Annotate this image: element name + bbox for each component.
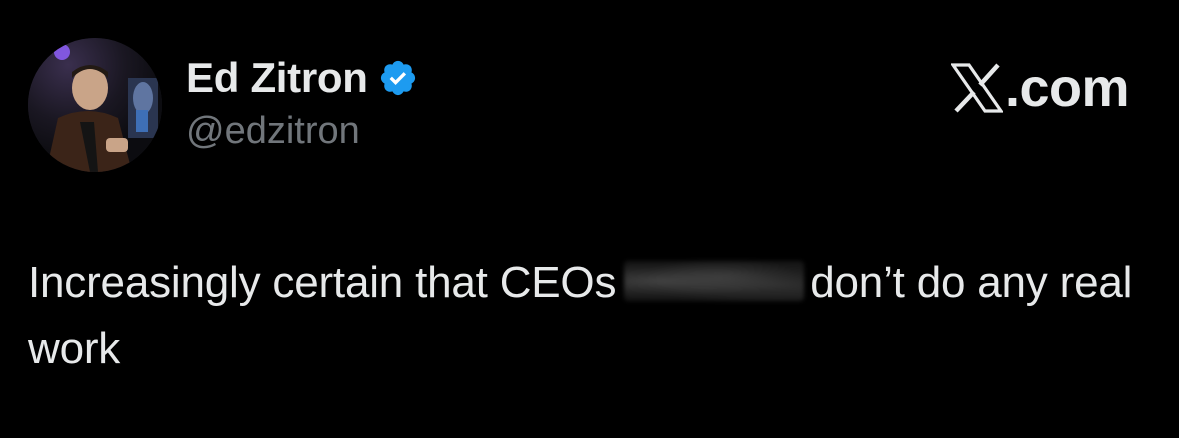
verified-badge-icon — [380, 60, 415, 96]
tweet-body: Increasingly certain that CEOs don’t do a… — [28, 250, 1148, 382]
brand-mark: .com — [950, 58, 1130, 118]
x-logo-icon — [950, 63, 1003, 113]
display-name[interactable]: Ed Zitron — [186, 57, 368, 99]
avatar-photo — [28, 38, 162, 172]
tweet-text-start: Increasingly certain that CEOs — [28, 258, 617, 307]
brand-domain: .com — [1004, 58, 1130, 118]
avatar[interactable] — [28, 38, 162, 172]
redacted-text — [624, 261, 805, 301]
author-handle[interactable]: @edzitron — [186, 112, 360, 150]
author-name-row: Ed Zitron — [186, 54, 418, 102]
tweet-card: Ed Zitron @edzitron .com Increasingly ce… — [0, 0, 1179, 438]
